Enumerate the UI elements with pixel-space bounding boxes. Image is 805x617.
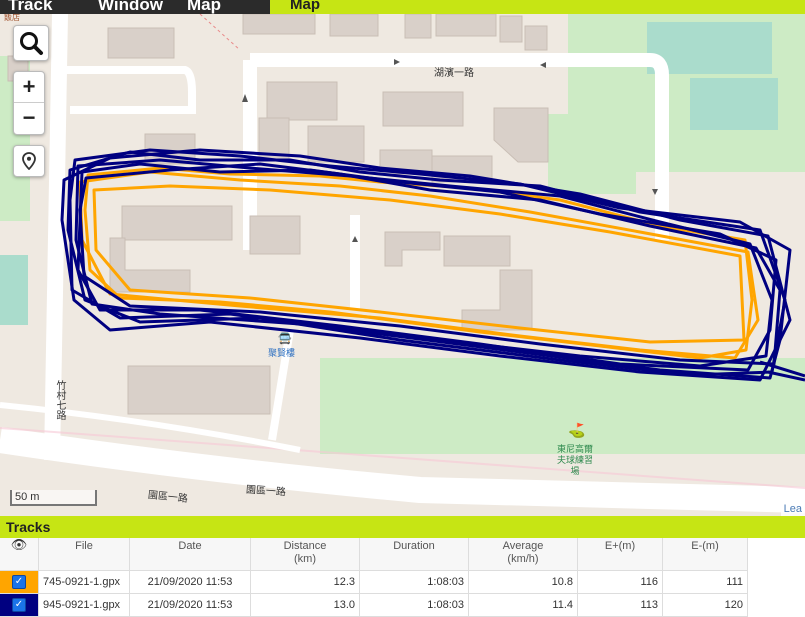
locate-button[interactable] [13, 145, 45, 177]
track-eminus: 120 [662, 593, 748, 617]
track-row[interactable]: ✓ 945-0921-1.gpx 21/09/2020 11:53 13.0 1… [0, 593, 748, 617]
menu-bar: Track Window Map Map [0, 0, 805, 14]
attribution-link[interactable]: Lea [780, 502, 805, 516]
track-distance: 12.3 [250, 570, 360, 594]
menu-bar-dark: Track Window Map [0, 0, 270, 14]
location-pin-icon [22, 152, 36, 170]
tracks-header-row: 👁 File Date Distance (km) Duration Avera… [0, 538, 748, 571]
track-file: 945-0921-1.gpx [38, 593, 130, 617]
station-label: 聚賢樓 [268, 348, 296, 358]
track-duration: 1:08:03 [359, 593, 469, 617]
tracks-panel-header: Tracks [0, 516, 805, 538]
track-distance: 13.0 [250, 593, 360, 617]
col-distance[interactable]: Distance (km) [250, 538, 360, 571]
search-button[interactable] [13, 25, 49, 61]
golf-icon: ⛳ [568, 422, 586, 438]
col-eplus[interactable]: E+(m) [577, 538, 663, 571]
scale-bar: 50 m [10, 490, 97, 506]
col-duration[interactable]: Duration [359, 538, 469, 571]
menu-map[interactable]: Map [187, 0, 221, 14]
street-label-zhucun: 竹村七路 [54, 380, 65, 420]
track-average: 10.8 [468, 570, 578, 594]
poi-label-line-1: 東尼高爾 [556, 444, 593, 454]
track-row[interactable]: ✓ 745-0921-1.gpx 21/09/2020 11:53 12.3 1… [0, 570, 748, 594]
search-icon [20, 32, 43, 55]
map-tab[interactable]: Map [290, 0, 320, 14]
track-average: 11.4 [468, 593, 578, 617]
track-eplus: 113 [577, 593, 663, 617]
street-label-hubin: 湖濱一路 [434, 68, 474, 79]
visibility-header[interactable]: 👁 [0, 538, 39, 571]
zoom-out-button[interactable]: − [14, 103, 44, 133]
track-file: 745-0921-1.gpx [38, 570, 130, 594]
track-eminus: 111 [662, 570, 748, 594]
tracks-table: 👁 File Date Distance (km) Duration Avera… [0, 538, 748, 617]
menu-track[interactable]: Track [8, 0, 52, 14]
map-view[interactable]: 湖濱一路 竹村七路 園區一路 園區一路 飯店 🚍 聚賢樓 ⛳ 東尼高爾 夫球練習… [0, 14, 805, 516]
poi-label: 東尼高爾 夫球練習 場 [550, 444, 600, 477]
col-date[interactable]: Date [129, 538, 251, 571]
track-eplus: 116 [577, 570, 663, 594]
street-label-yuanqu-1: 園區一路 [245, 484, 287, 499]
zoom-in-button[interactable]: + [14, 72, 44, 103]
col-average[interactable]: Average (km/h) [468, 538, 578, 571]
col-eminus[interactable]: E-(m) [662, 538, 748, 571]
track-date: 21/09/2020 11:53 [129, 570, 251, 594]
track-date: 21/09/2020 11:53 [129, 593, 251, 617]
corner-label: 飯店 [4, 14, 20, 22]
tracks-panel-title: Tracks [6, 519, 51, 535]
bus-stop-icon: 🚍 [278, 333, 292, 345]
track-color-swatch: ✓ [0, 570, 39, 594]
track-color-swatch: ✓ [0, 593, 39, 617]
track-visible-checkbox[interactable]: ✓ [12, 575, 26, 589]
menu-window[interactable]: Window [98, 0, 163, 14]
poi-label-line-2: 夫球練習 [556, 455, 593, 465]
map-base [0, 14, 805, 513]
eye-icon: 👁 [10, 537, 28, 552]
track-duration: 1:08:03 [359, 570, 469, 594]
track-visible-checkbox[interactable]: ✓ [12, 598, 26, 612]
tracks-table-container: 👁 File Date Distance (km) Duration Avera… [0, 538, 805, 617]
poi-label-line-3: 場 [570, 466, 580, 476]
col-file[interactable]: File [38, 538, 130, 571]
zoom-control: + − [13, 71, 45, 135]
